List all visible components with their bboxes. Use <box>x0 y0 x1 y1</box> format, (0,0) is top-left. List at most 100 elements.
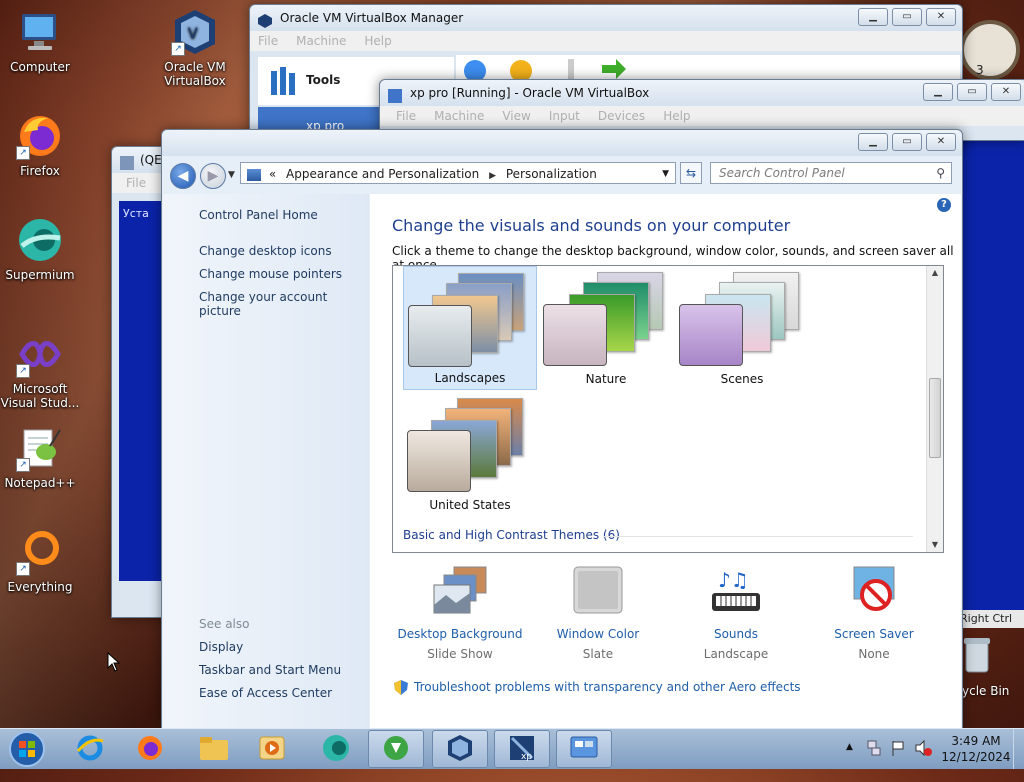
change-account-picture-link[interactable]: Change your account picture <box>199 290 369 318</box>
theme-landscapes[interactable]: Landscapes <box>403 266 537 390</box>
search-input[interactable]: Search Control Panel ⚲ <box>710 162 952 184</box>
troubleshoot-aero-link[interactable]: Troubleshoot problems with transparency … <box>394 680 801 695</box>
qemu-window-title: (QE <box>140 153 162 167</box>
taskbar-virtualbox[interactable] <box>432 730 488 768</box>
recycle-bin-icon[interactable] <box>962 636 992 674</box>
desktop-icon-everything[interactable]: ↗ Everything <box>0 528 80 594</box>
desktop-icon-supermium[interactable]: Supermium <box>0 216 80 282</box>
vm-menu-machine[interactable]: Machine <box>434 106 484 126</box>
start-button[interactable] <box>6 729 48 769</box>
shield-icon <box>394 680 408 695</box>
desktop-icon-label: Oracle VM VirtualBox <box>164 60 226 88</box>
setting-label: Screen Saver <box>834 627 914 641</box>
minimize-button[interactable]: ▁ <box>923 83 953 101</box>
vm-menu-view[interactable]: View <box>502 106 530 126</box>
desktop-background-setting[interactable]: Desktop Background Slide Show <box>392 565 528 661</box>
vbox-menu-help[interactable]: Help <box>364 31 391 51</box>
window-color-icon <box>570 565 626 617</box>
vbox-menu-file[interactable]: File <box>258 31 278 51</box>
tray-overflow-chevron-icon[interactable]: ▲ <box>846 742 853 782</box>
theme-scenes[interactable]: Scenes <box>675 266 809 390</box>
sounds-setting[interactable]: ♪♫ Sounds Landscape <box>668 565 804 661</box>
display-link[interactable]: Display <box>199 640 243 654</box>
vm-menu-help[interactable]: Help <box>663 106 690 126</box>
scroll-up-arrow-icon[interactable]: ▲ <box>927 266 943 280</box>
taskbar-firefox[interactable] <box>122 730 178 768</box>
theme-label: Scenes <box>720 372 764 386</box>
taskbar-supermium[interactable] <box>308 730 364 768</box>
maximize-button[interactable]: ▭ <box>892 8 922 26</box>
control-panel-home-link[interactable]: Control Panel Home <box>199 208 318 222</box>
vm-window-icon <box>388 86 402 103</box>
desktop-icon-firefox[interactable]: ↗ Firefox <box>0 112 80 178</box>
computer-icon <box>16 8 64 56</box>
ease-of-access-link[interactable]: Ease of Access Center <box>199 686 332 700</box>
refresh-button[interactable]: ⇆ <box>680 162 702 184</box>
desktop-icon-virtualbox[interactable]: V ↗ Oracle VM VirtualBox <box>155 8 235 88</box>
theme-united-states[interactable]: United States <box>403 392 537 516</box>
desktop-icon-notepadpp[interactable]: ↗ Notepad++ <box>0 424 80 490</box>
taskbar-internet-explorer[interactable] <box>62 730 118 768</box>
desktop-icon-label: Everything <box>7 580 73 594</box>
setting-label: Desktop Background <box>397 627 523 641</box>
taskbar-start-menu-link[interactable]: Taskbar and Start Menu <box>199 663 341 677</box>
address-bar[interactable]: « Appearance and Personalization ▶ Perso… <box>240 162 676 184</box>
close-button[interactable]: ✕ <box>926 133 956 151</box>
close-button[interactable]: ✕ <box>991 83 1021 101</box>
change-mouse-pointers-link[interactable]: Change mouse pointers <box>199 267 342 281</box>
help-icon[interactable]: ? <box>937 198 951 212</box>
vm-menu-devices[interactable]: Devices <box>598 106 645 126</box>
taskbar-file-explorer[interactable] <box>186 730 242 768</box>
everything-icon: ↗ <box>16 528 64 576</box>
breadcrumb-appearance[interactable]: Appearance and Personalization <box>286 167 479 181</box>
qemu-menu-file[interactable]: File <box>126 173 146 193</box>
maximize-button[interactable]: ▭ <box>892 133 922 151</box>
taskbar-idm[interactable] <box>368 730 424 768</box>
recycle-bin-label: ycle Bin <box>962 684 1010 698</box>
change-desktop-icons-link[interactable]: Change desktop icons <box>199 244 332 258</box>
show-desktop-button[interactable] <box>1013 729 1024 769</box>
vbox-menu-machine[interactable]: Machine <box>296 31 346 51</box>
media-player-icon <box>257 733 287 766</box>
back-button[interactable]: ◀ <box>170 163 196 189</box>
search-icon[interactable]: ⚲ <box>936 163 945 183</box>
desktop-icon-visual-studio[interactable]: ↗ Microsoft Visual Stud... <box>0 330 80 410</box>
minimize-button[interactable]: ▁ <box>858 133 888 151</box>
maximize-button[interactable]: ▭ <box>957 83 987 101</box>
theme-nature[interactable]: Nature <box>539 266 673 390</box>
volume-muted-icon[interactable] <box>914 739 932 779</box>
background-vm-window-right <box>958 100 1024 610</box>
action-center-flag-icon[interactable] <box>890 739 906 779</box>
basic-high-contrast-group[interactable]: Basic and High Contrast Themes (6) <box>403 528 620 542</box>
scroll-down-arrow-icon[interactable]: ▼ <box>927 538 943 552</box>
supermium-icon <box>16 216 64 264</box>
close-button[interactable]: ✕ <box>926 8 956 26</box>
taskbar-xp-vm[interactable]: xp <box>494 730 550 768</box>
desktop-icon-computer[interactable]: Computer <box>0 8 80 74</box>
minimize-button[interactable]: ▁ <box>858 8 888 26</box>
personalization-window: ▁ ▭ ✕ ◀ ▶ ▼ « Appearance and Personaliza… <box>161 129 963 730</box>
forward-button[interactable]: ▶ <box>200 163 226 189</box>
internet-explorer-icon <box>75 733 105 766</box>
address-dropdown-icon[interactable]: ▼ <box>662 163 669 185</box>
taskbar-media-player[interactable] <box>244 730 300 768</box>
notepadpp-icon: ↗ <box>16 424 64 472</box>
network-icon[interactable] <box>866 739 882 779</box>
theme-list-scrollbar[interactable]: ▲ ▼ <box>926 266 943 552</box>
vm-menu-input[interactable]: Input <box>549 106 580 126</box>
taskbar-control-panel[interactable] <box>556 730 612 768</box>
breadcrumb-chevron-icon[interactable]: ▶ <box>489 171 496 181</box>
window-color-setting[interactable]: Window Color Slate <box>530 565 666 661</box>
recent-pages-dropdown[interactable]: ▼ <box>228 170 235 180</box>
desktop-icon-label: Supermium <box>5 268 75 282</box>
control-panel-icon <box>247 168 261 181</box>
scroll-thumb[interactable] <box>929 378 941 458</box>
screen-saver-setting[interactable]: Screen Saver None <box>806 565 942 661</box>
vm-menu-file[interactable]: File <box>396 106 416 126</box>
theme-label: United States <box>429 498 511 512</box>
shortcut-arrow-icon: ↗ <box>171 42 185 56</box>
clock-date: 12/12/2024 <box>941 750 1011 764</box>
breadcrumb-personalization[interactable]: Personalization <box>506 167 597 181</box>
clock[interactable]: 3:49 AM 12/12/2024 <box>938 729 1014 769</box>
theme-label: Landscapes <box>434 371 506 385</box>
